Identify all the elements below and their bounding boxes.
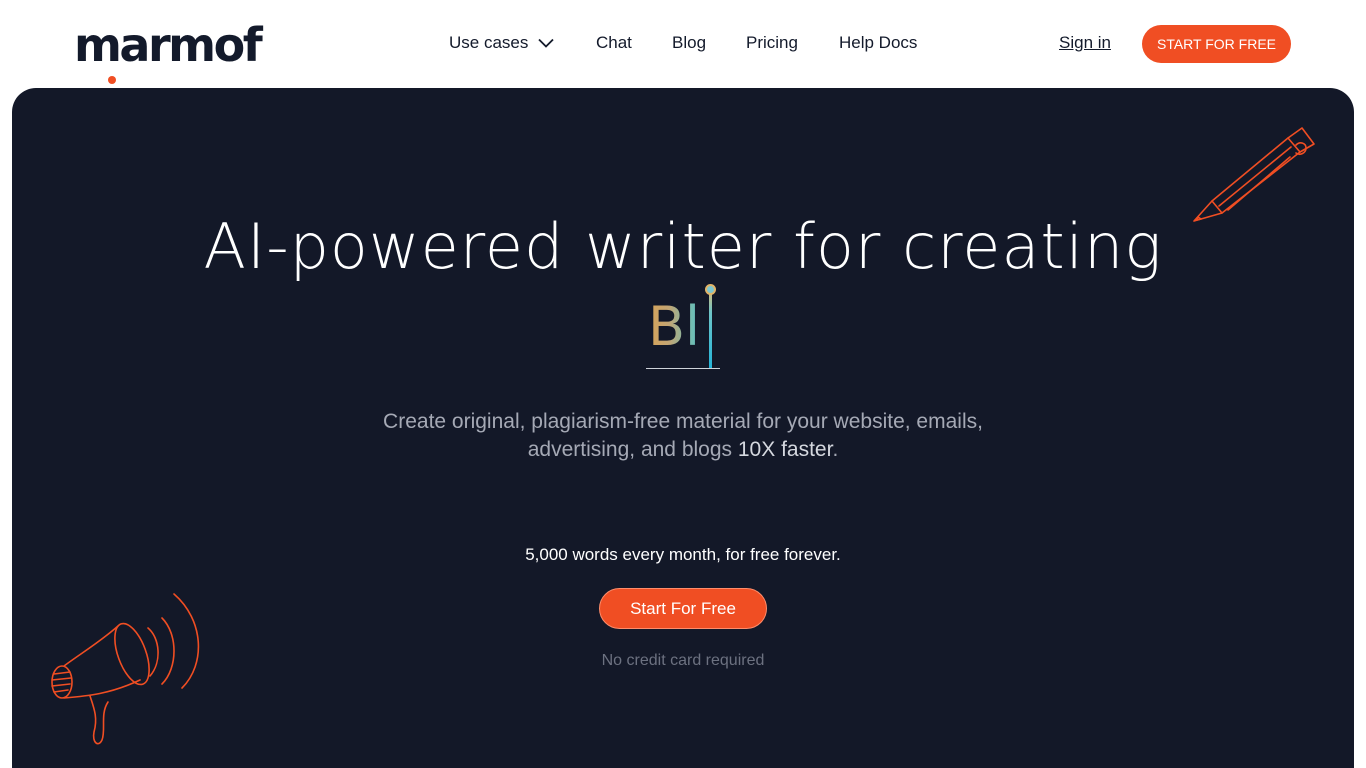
hero-section: AI-powered writer for creating Bl Create… [12, 88, 1354, 768]
free-words-note: 5,000 words every month, for free foreve… [525, 545, 841, 564]
nav-blog[interactable]: Blog [672, 33, 706, 53]
caret-dot [705, 284, 716, 295]
hero-subtitle: Create original, plagiarism-free materia… [12, 408, 1354, 464]
typewriter-text: Bl [646, 284, 720, 370]
start-for-free-header-button[interactable]: START FOR FREE [1142, 25, 1291, 63]
typed-word: Bl [648, 295, 701, 358]
hero-title: AI-powered writer for creating [203, 210, 1163, 283]
chevron-down-icon [538, 38, 555, 48]
typing-caret [709, 288, 712, 368]
no-credit-card-note: No credit card required [601, 652, 765, 669]
subtitle-line2: advertising, and blogs [527, 438, 733, 461]
nav-use-cases[interactable]: Use cases [449, 33, 555, 53]
nav-chat[interactable]: Chat [596, 33, 632, 53]
logo-dot [108, 76, 116, 84]
megaphone-illustration [51, 593, 200, 745]
logo-text: marmof [74, 18, 263, 72]
subtitle-highlight: 10X faster [737, 438, 833, 461]
site-header: marmof Use cases Chat Blog Pricing Help … [0, 0, 1366, 88]
nav-help-docs[interactable]: Help Docs [839, 33, 917, 53]
logo[interactable]: marmof [74, 18, 263, 84]
subtitle-line1: Create original, plagiarism-free materia… [383, 410, 983, 433]
subtitle-suffix: . [832, 438, 839, 461]
start-for-free-hero-button[interactable]: Start For Free [599, 588, 767, 629]
nav-pricing[interactable]: Pricing [746, 33, 798, 53]
nav-use-cases-label: Use cases [449, 33, 529, 52]
sign-in-link[interactable]: Sign in [1059, 33, 1111, 53]
typed-underline [646, 368, 720, 369]
